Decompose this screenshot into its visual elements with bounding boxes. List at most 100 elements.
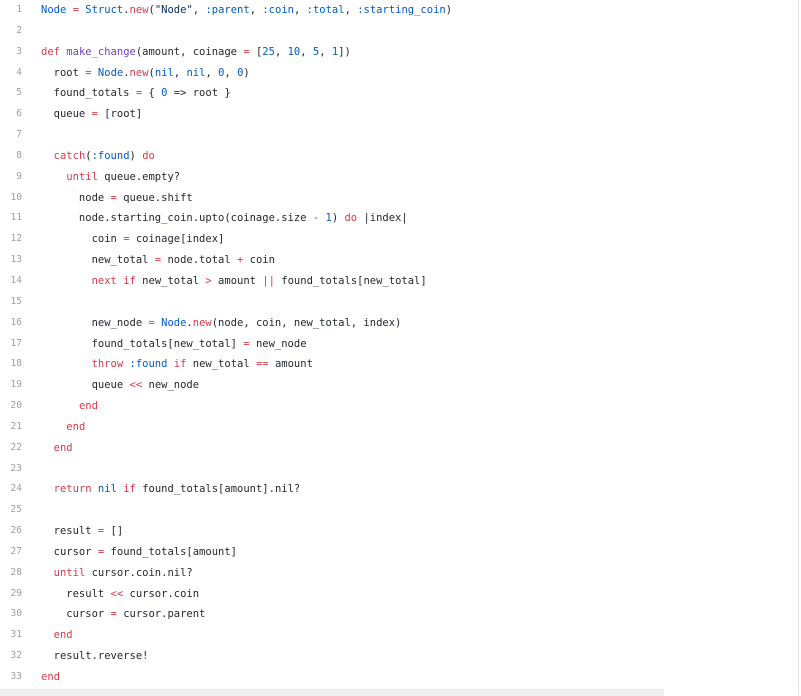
code-token: ]) xyxy=(338,45,351,58)
code-line: 33 end xyxy=(0,667,798,688)
code-text: node = queue.shift xyxy=(41,188,193,209)
code-token: Node xyxy=(41,4,67,16)
line-number: 27 xyxy=(10,545,22,557)
line-number: 17 xyxy=(10,337,22,349)
code-token: found_totals[amount] xyxy=(104,545,237,558)
line-number: 3 xyxy=(16,45,22,57)
code-text: def make_change(amount, coinage = [25, 1… xyxy=(41,42,351,63)
line-number: 8 xyxy=(16,149,22,161)
code-token: , xyxy=(173,66,187,79)
code-token: , xyxy=(192,4,206,16)
code-line: 13 new_total = node.total + coin xyxy=(0,250,798,271)
code-token: new_node xyxy=(41,316,149,329)
code-token: new_node xyxy=(249,337,307,350)
code-token: root xyxy=(41,66,86,79)
line-number: 2 xyxy=(16,24,22,36)
code-token: 25 xyxy=(262,45,275,58)
code-line: 28 until cursor.coin.nil? xyxy=(0,563,798,584)
code-token: if xyxy=(173,358,187,371)
code-token: ) xyxy=(445,4,453,16)
code-token: queue xyxy=(41,108,92,121)
code-line: 20 end xyxy=(0,396,798,417)
code-token: [ xyxy=(249,45,263,58)
code-token: result.reverse! xyxy=(41,650,149,663)
code-line: 31 end xyxy=(0,625,798,646)
code-token: found_totals xyxy=(41,87,136,100)
code-line: 3 def make_change(amount, coinage = [25, … xyxy=(0,42,798,63)
code-token: new xyxy=(129,66,149,79)
code-token: return xyxy=(53,483,92,496)
code-token: cursor.coin xyxy=(123,587,200,600)
code-line: 8 catch(:found) do xyxy=(0,146,798,167)
code-token: ) xyxy=(129,149,143,162)
code-line: 6 queue = [root] xyxy=(0,104,798,125)
code-token: end xyxy=(66,420,86,433)
code-token: make_change xyxy=(66,45,136,58)
code-token: Struct xyxy=(85,4,124,16)
code-token: cursor xyxy=(41,545,98,558)
code-text: throw :found if new_total == amount xyxy=(41,354,313,375)
line-number: 18 xyxy=(10,358,22,370)
code-token: coin xyxy=(41,233,124,246)
code-token: if xyxy=(123,274,136,287)
line-number: 22 xyxy=(10,441,22,453)
line-number: 13 xyxy=(10,254,22,266)
code-lines: 1 Node = Struct.new("Node", :parent, :coi… xyxy=(0,0,798,688)
line-number: 6 xyxy=(16,108,22,120)
code-line: 32 result.reverse! xyxy=(0,646,798,667)
code-text: return nil if found_totals[amount].nil? xyxy=(41,479,301,500)
code-token: :starting_coin xyxy=(357,4,446,16)
code-token: << xyxy=(129,379,143,392)
code-token: ) xyxy=(243,66,250,79)
code-token: << xyxy=(110,587,124,600)
code-token: queue.shift xyxy=(116,191,193,204)
code-token: catch xyxy=(53,149,86,162)
line-number: 25 xyxy=(10,504,22,516)
code-text: root = Node.new(nil, nil, 0, 0) xyxy=(41,63,250,84)
code-token: 10 xyxy=(287,45,301,58)
line-number: 4 xyxy=(16,66,22,78)
code-text: new_node = Node.new(node, coin, new_tota… xyxy=(41,313,402,334)
code-token: cursor xyxy=(41,608,111,621)
code-token: , xyxy=(274,45,288,58)
code-token: end xyxy=(53,629,73,642)
code-token: => root } xyxy=(167,87,231,100)
code-token: end xyxy=(41,671,60,683)
code-text: found_totals[new_total] = new_node xyxy=(41,334,307,355)
line-number: 7 xyxy=(16,129,22,141)
code-line: 16 new_node = Node.new(node, coin, new_t… xyxy=(0,313,798,334)
code-token: do xyxy=(142,149,155,162)
line-number: 33 xyxy=(10,671,22,682)
code-token: [] xyxy=(104,525,124,538)
code-line: 10 node = queue.shift xyxy=(0,188,798,209)
code-token: || xyxy=(262,274,275,287)
line-number: 20 xyxy=(10,400,22,412)
code-text: end xyxy=(41,417,85,438)
code-token: :found xyxy=(91,149,130,162)
code-token: [root] xyxy=(97,108,143,121)
code-token: , xyxy=(205,66,219,79)
line-number: 21 xyxy=(10,420,22,432)
code-token: end xyxy=(78,400,98,413)
code-token: , xyxy=(344,4,358,16)
code-token: ) xyxy=(331,212,345,225)
code-line: 12 coin = coinage[index] xyxy=(0,229,798,250)
code-token: nil xyxy=(186,66,206,79)
line-number: 9 xyxy=(16,170,22,182)
code-line: 14 next if new_total > amount || found_t… xyxy=(0,271,798,292)
line-number: 16 xyxy=(10,316,22,328)
code-text: end xyxy=(41,438,73,459)
line-number: 30 xyxy=(10,608,22,620)
code-token: found_totals[amount].nil? xyxy=(135,483,301,496)
code-line: 2 xyxy=(0,21,798,42)
code-token: :parent xyxy=(205,4,250,16)
code-text: queue << new_node xyxy=(41,375,200,396)
